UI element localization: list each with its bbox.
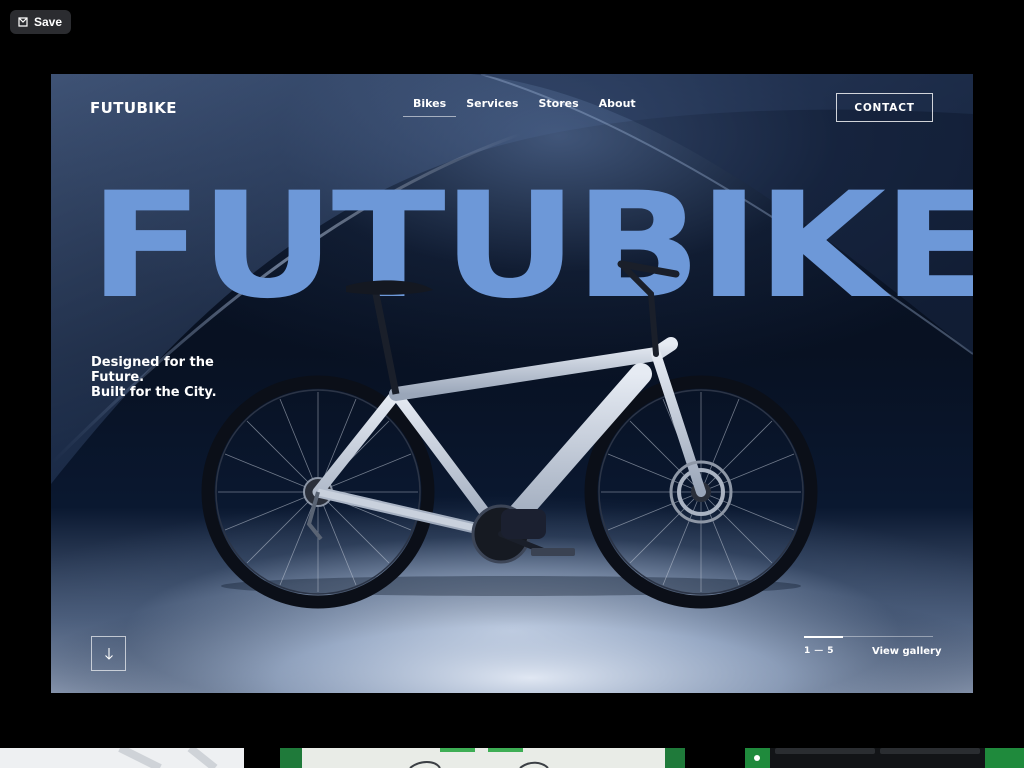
brand-logo[interactable]: FUTUBIKE <box>90 99 177 117</box>
save-button[interactable]: Save <box>10 10 72 34</box>
pager: 1 — 5 <box>804 646 834 656</box>
nav-item-bikes[interactable]: Bikes <box>403 97 457 117</box>
bike-image <box>201 260 818 609</box>
tagline-line-1: Designed for the <box>91 355 214 370</box>
pager-total: 5 <box>827 646 834 656</box>
arrow-down-icon <box>104 647 113 660</box>
contact-button[interactable]: CONTACT <box>836 93 933 122</box>
main-nav: Bikes Services Stores About <box>403 97 646 117</box>
tagline-line-2: Future. <box>91 370 145 385</box>
nav-item-stores[interactable]: Stores <box>528 97 588 116</box>
pager-current: 1 <box>804 646 811 656</box>
view-gallery-link[interactable]: View gallery <box>872 646 942 657</box>
thumbnail-2[interactable] <box>280 748 685 768</box>
thumbnail-3[interactable] <box>745 748 1024 768</box>
save-icon <box>18 17 28 27</box>
pager-separator: — <box>814 646 824 656</box>
scroll-down-button[interactable] <box>91 636 126 671</box>
gallery-progress-bar <box>804 635 933 638</box>
save-label: Save <box>34 15 63 29</box>
gallery-progress-fill <box>804 635 843 638</box>
thumbnail-strip <box>0 748 1024 768</box>
hero-tagline: Designed for the Future. Built for the C… <box>91 355 217 400</box>
tagline-line-3: Built for the City. <box>91 385 217 400</box>
hero-section: FUTUBIKE FUTUBIKE Bikes Services Stores … <box>51 74 973 693</box>
nav-item-services[interactable]: Services <box>456 97 528 116</box>
nav-item-about[interactable]: About <box>589 97 646 116</box>
thumbnail-1[interactable] <box>0 748 244 768</box>
